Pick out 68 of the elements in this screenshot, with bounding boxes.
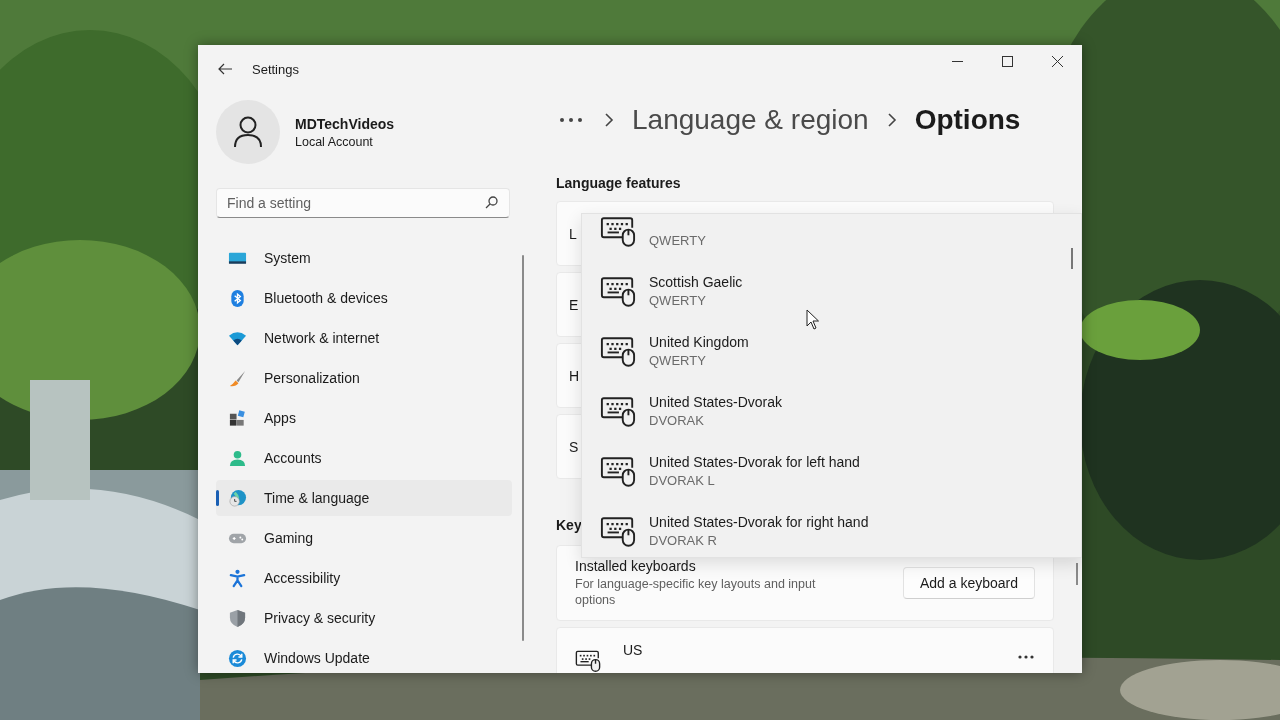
keyboard-layout: QWERTY <box>649 353 707 368</box>
keyboard-name: United States-Dvorak for left hand <box>649 454 860 472</box>
keyboard-layout: DVORAK R <box>649 533 718 548</box>
keyboard-name: United States-Dvorak for right hand <box>649 514 869 532</box>
nav-item[interactable]: Accounts <box>216 440 512 476</box>
add-keyboard-button[interactable]: Add a keyboard <box>902 567 1035 599</box>
nav-item[interactable]: Bluetooth & devices <box>216 280 512 316</box>
dropdown-item[interactable]: United States-Dvorak for right hand DVORAK R <box>582 501 1081 557</box>
close-icon <box>1051 55 1063 67</box>
dropdown-item[interactable]: United Kingdom QWERTY <box>582 321 1081 381</box>
cursor-icon <box>806 309 820 330</box>
keyboard-icon <box>600 515 636 547</box>
search-field[interactable]: Find a setting <box>216 188 510 218</box>
keyboard-layout: DVORAK L <box>649 473 716 488</box>
window-title: Settings <box>252 61 299 77</box>
keyboard-icon <box>600 395 636 427</box>
more-icon <box>1017 654 1035 660</box>
more-button[interactable] <box>1017 654 1035 660</box>
keyboard-icon <box>600 335 636 367</box>
search-icon <box>485 196 498 209</box>
accessibility-icon <box>228 568 247 588</box>
account-name: MDTechVideos <box>295 115 395 132</box>
keyboard-layout: DVORAK <box>649 413 705 428</box>
selection-indicator <box>216 490 219 506</box>
breadcrumb-link[interactable]: Language & region <box>632 104 869 136</box>
bluetooth-icon <box>228 288 247 308</box>
chevron-icon <box>604 113 614 127</box>
maximize-icon <box>1001 55 1013 67</box>
person-icon <box>228 448 247 468</box>
scrollbar[interactable] <box>1076 563 1078 585</box>
nav-item[interactable]: Accessibility <box>216 560 512 596</box>
keyboard-name: US <box>623 642 643 658</box>
scrollbar[interactable] <box>522 255 524 641</box>
keyboard-name: Scottish Gaelic <box>649 274 743 292</box>
keyboard-row[interactable]: US <box>556 627 1054 673</box>
dropdown-item[interactable]: United States-Dvorak for left hand DVORAK L <box>582 441 1081 501</box>
more-icon <box>560 118 582 122</box>
update-icon <box>228 648 247 668</box>
section-heading: Key <box>556 517 582 533</box>
nav-item[interactable]: Gaming <box>216 520 512 556</box>
dropdown-item[interactable]: Scottish Gaelic QWERTY <box>582 261 1081 321</box>
nav-item[interactable]: System <box>216 240 512 276</box>
keyboard-icon <box>600 455 636 487</box>
section-heading: Language features <box>556 175 682 191</box>
card-description: For language-specific key layouts and input options <box>575 576 817 608</box>
nav-item[interactable]: Network & internet <box>216 320 512 356</box>
keyboard-icon <box>600 275 636 307</box>
scrollbar[interactable] <box>1071 248 1073 269</box>
globe-clock-icon <box>228 488 247 508</box>
dropdown-item[interactable]: United States-Dvorak DVORAK <box>582 381 1081 441</box>
nav-item[interactable]: Personalization <box>216 360 512 396</box>
apps-icon <box>228 408 247 428</box>
chevron-icon <box>886 113 897 127</box>
keyboard-name: United Kingdom <box>649 334 749 352</box>
nav-item[interactable]: Windows Update <box>216 640 512 673</box>
shield-icon <box>228 608 247 628</box>
breadcrumb-link[interactable]: Options <box>914 104 1021 136</box>
dropdown-item[interactable]: QWERTY <box>582 214 1081 261</box>
nav-item[interactable]: Apps <box>216 400 512 436</box>
keyboard-layout: QWERTY <box>649 233 706 248</box>
keyboard-name: United States-Dvorak <box>649 394 783 412</box>
keyboard-icon <box>575 650 601 672</box>
keyboard-layout: QWERTY <box>649 293 707 308</box>
nav-item[interactable]: Time & language <box>216 480 512 516</box>
back-arrow-icon <box>217 61 233 77</box>
nav-item[interactable]: Privacy & security <box>216 600 512 636</box>
card-title: Installed keyboards <box>575 558 697 574</box>
account-type: Local Account <box>295 134 374 149</box>
